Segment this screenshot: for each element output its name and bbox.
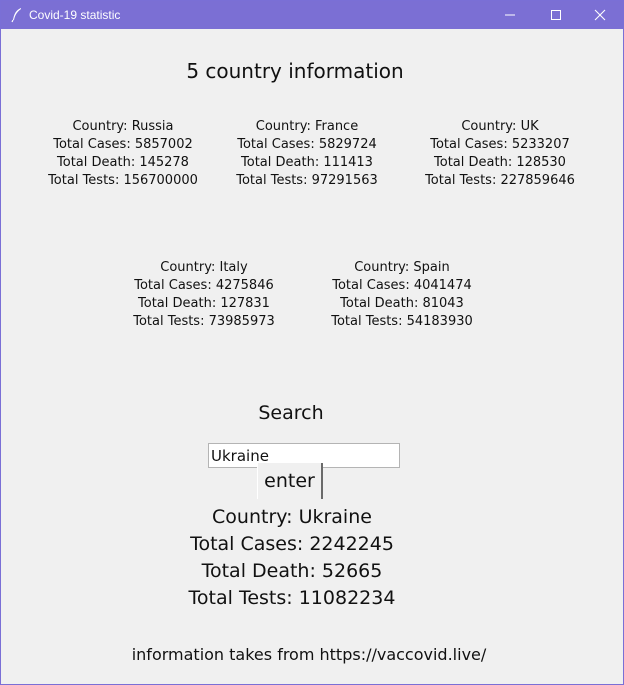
country-name: Country: France bbox=[255, 119, 359, 134]
country-name: Country: UK bbox=[461, 119, 539, 134]
total-death: Total Death: 81043 bbox=[340, 296, 464, 311]
total-death: Total Death: 127831 bbox=[138, 296, 270, 311]
country-name: Country: Russia bbox=[72, 119, 174, 134]
total-death: Total Death: 145278 bbox=[57, 155, 189, 170]
country-card-spain: Country: Spain Total Cases: 4041474 Tota… bbox=[307, 259, 497, 331]
total-cases: Total Cases: 5857002 bbox=[53, 137, 193, 152]
close-button[interactable] bbox=[577, 1, 623, 29]
total-cases: Total Cases: 5233207 bbox=[430, 137, 570, 152]
country-card-italy: Country: Italy Total Cases: 4275846 Tota… bbox=[109, 259, 299, 331]
enter-button[interactable]: enter bbox=[257, 463, 323, 499]
total-tests: Total Tests: 97291563 bbox=[236, 173, 378, 188]
total-cases: Total Cases: 4275846 bbox=[134, 278, 274, 293]
total-tests: Total Tests: 54183930 bbox=[331, 314, 473, 329]
country-card-france: Country: France Total Cases: 5829724 Tot… bbox=[212, 118, 402, 190]
search-result: Country: Ukraine Total Cases: 2242245 To… bbox=[142, 504, 442, 612]
result-total-tests: Total Tests: 11082234 bbox=[188, 587, 396, 609]
maximize-button[interactable] bbox=[533, 1, 579, 29]
total-tests: Total Tests: 73985973 bbox=[133, 314, 275, 329]
country-card-russia: Country: Russia Total Cases: 5857002 Tot… bbox=[28, 118, 218, 190]
window-content: 5 country information Country: Russia To… bbox=[1, 29, 623, 684]
maximize-icon bbox=[550, 6, 562, 25]
minimize-icon bbox=[504, 6, 516, 25]
close-icon bbox=[594, 6, 606, 25]
total-death: Total Death: 128530 bbox=[434, 155, 566, 170]
country-name: Country: Italy bbox=[160, 260, 248, 275]
country-name: Country: Spain bbox=[354, 260, 450, 275]
title-bar[interactable]: Covid-19 statistic bbox=[1, 1, 623, 29]
result-total-cases: Total Cases: 2242245 bbox=[190, 533, 394, 555]
total-death: Total Death: 111413 bbox=[241, 155, 373, 170]
total-cases: Total Cases: 4041474 bbox=[332, 278, 472, 293]
minimize-button[interactable] bbox=[487, 1, 533, 29]
app-window: Covid-19 statistic 5 country information… bbox=[0, 0, 624, 685]
page-title: 5 country information bbox=[186, 59, 404, 83]
country-card-uk: Country: UK Total Cases: 5233207 Total D… bbox=[405, 118, 595, 190]
window-title: Covid-19 statistic bbox=[29, 8, 121, 22]
result-total-death: Total Death: 52665 bbox=[201, 560, 383, 582]
source-note: information takes from https://vaccovid.… bbox=[131, 645, 487, 664]
search-label: Search bbox=[258, 402, 324, 424]
total-cases: Total Cases: 5829724 bbox=[237, 137, 377, 152]
feather-icon bbox=[10, 7, 24, 23]
total-tests: Total Tests: 227859646 bbox=[425, 173, 575, 188]
result-country: Country: Ukraine bbox=[212, 506, 372, 528]
total-tests: Total Tests: 156700000 bbox=[48, 173, 198, 188]
